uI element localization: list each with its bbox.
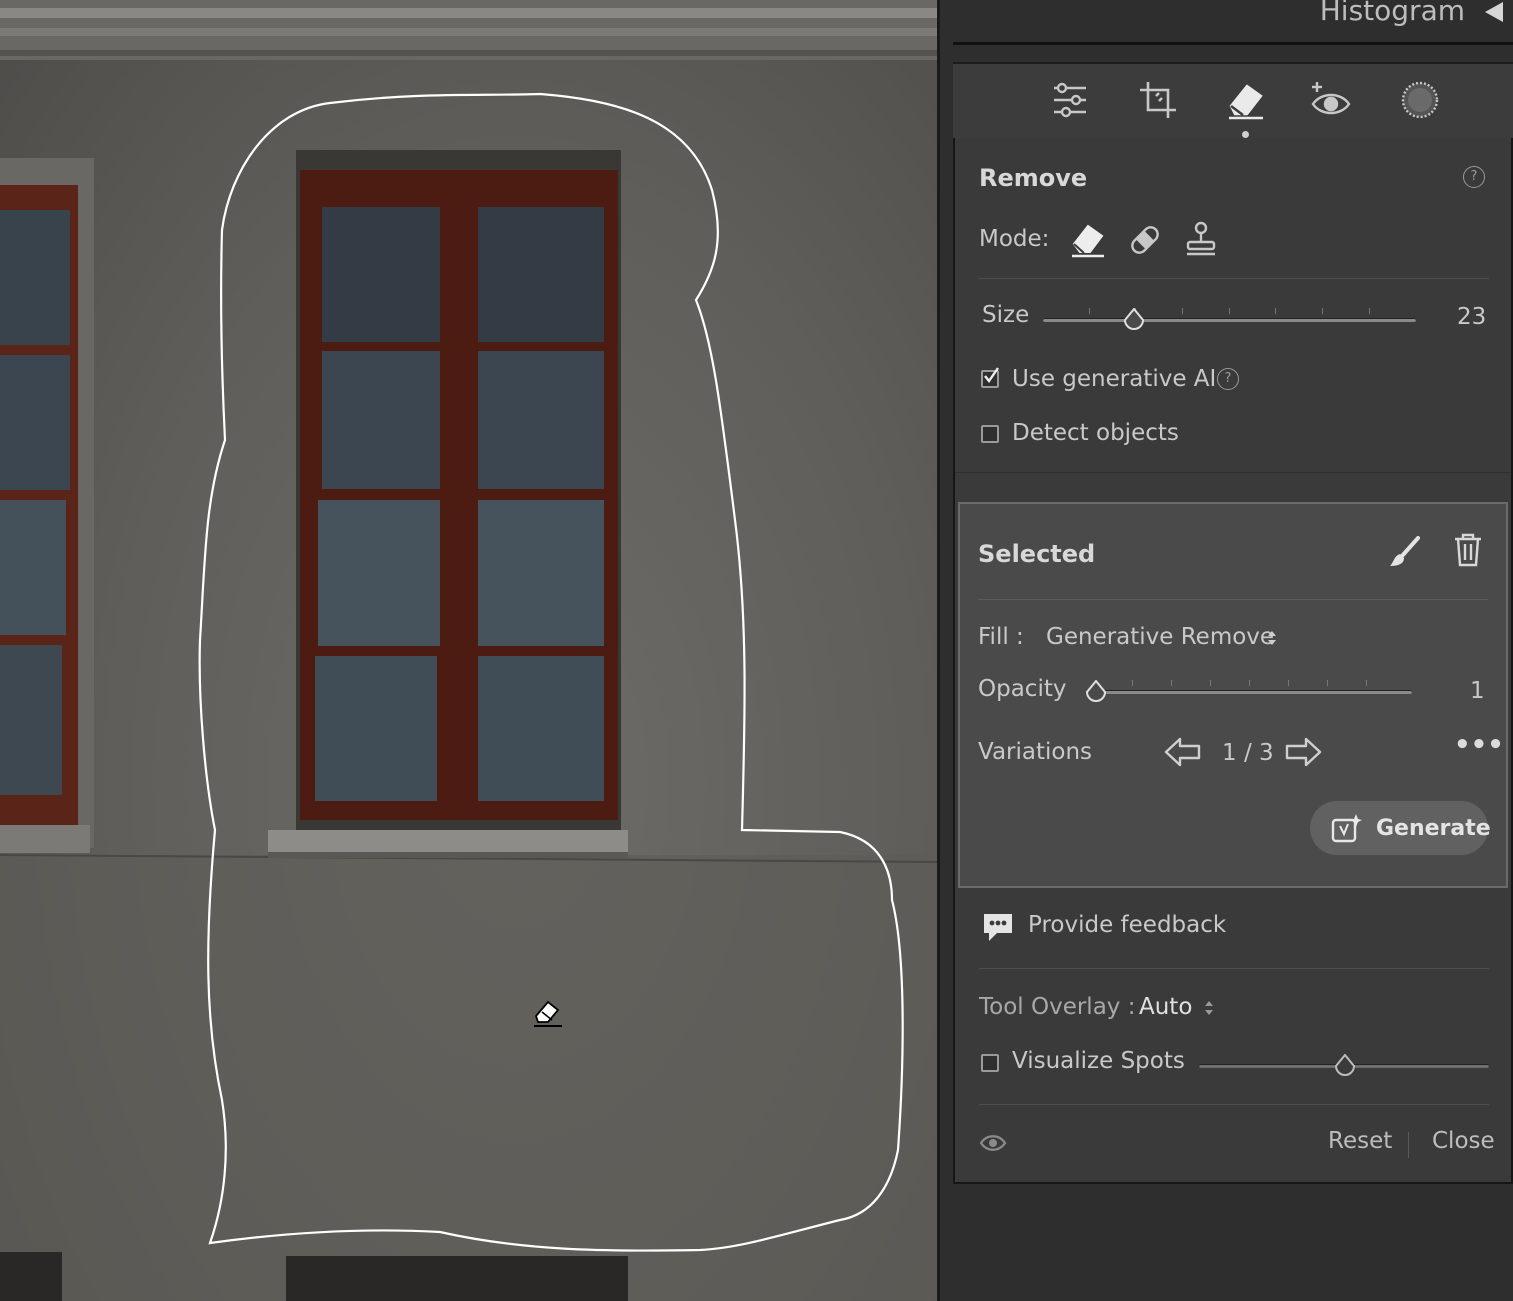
divider	[1408, 1132, 1409, 1158]
heal-bandage-icon[interactable]	[1127, 222, 1163, 258]
divider	[955, 472, 1511, 473]
divider	[979, 968, 1489, 969]
red-eye-icon[interactable]	[1309, 78, 1353, 122]
reset-button[interactable]: Reset	[1328, 1128, 1392, 1154]
detect-objects-label[interactable]: Detect objects	[1012, 420, 1179, 446]
remove-eraser-icon[interactable]	[1223, 78, 1267, 122]
size-slider-track[interactable]	[1043, 318, 1416, 322]
visualize-spots-checkbox[interactable]	[981, 1054, 999, 1072]
edit-sliders-icon[interactable]	[1048, 78, 1092, 122]
tool-overlay-label: Tool Overlay :	[979, 994, 1136, 1020]
checkmark-icon	[984, 367, 999, 384]
visualize-slider-thumb[interactable]	[1334, 1054, 1356, 1076]
generative-ai-label[interactable]: Use generative AI	[1012, 366, 1216, 392]
selected-section: Selected Fill : Generative Remove Opacit…	[958, 502, 1508, 888]
remove-module: Remove ? Mode: Size 23 Use generative AI…	[953, 138, 1513, 1184]
histogram-title[interactable]: Histogram	[1320, 0, 1465, 27]
masking-icon[interactable]	[1398, 78, 1442, 122]
trash-icon[interactable]	[1452, 532, 1484, 568]
fill-dropdown[interactable]: Generative Remove	[1046, 624, 1274, 650]
variations-label: Variations	[978, 739, 1093, 765]
generate-label: Generate	[1376, 815, 1491, 841]
crop-icon[interactable]	[1136, 78, 1180, 122]
close-button[interactable]: Close	[1432, 1128, 1495, 1154]
opacity-label: Opacity	[978, 676, 1067, 702]
provide-feedback-link[interactable]: Provide feedback	[1028, 912, 1226, 938]
next-arrow-icon[interactable]	[1284, 736, 1322, 768]
clone-stamp-icon[interactable]	[1183, 220, 1219, 258]
remove-eraser-icon[interactable]	[1070, 220, 1106, 258]
more-options-icon[interactable]: •••	[1454, 730, 1504, 760]
brush-icon[interactable]	[1388, 534, 1424, 570]
mode-label: Mode:	[979, 226, 1050, 252]
updown-chevron-icon[interactable]	[1266, 628, 1278, 648]
generative-ai-checkbox[interactable]	[981, 367, 999, 388]
visualize-spots-label[interactable]: Visualize Spots	[1012, 1048, 1185, 1074]
photo-canvas[interactable]	[0, 0, 937, 1301]
detect-objects-checkbox[interactable]	[981, 425, 999, 443]
tool-strip	[953, 62, 1513, 140]
divider	[979, 278, 1489, 279]
opacity-slider-thumb[interactable]	[1085, 680, 1107, 702]
active-tool-indicator	[1242, 131, 1249, 138]
help-icon[interactable]: ?	[1217, 368, 1239, 390]
remove-title: Remove	[979, 164, 1088, 192]
generate-sparkle-icon	[1331, 814, 1362, 843]
divider	[979, 1104, 1489, 1105]
size-label: Size	[982, 302, 1030, 328]
opacity-value[interactable]: 1	[1470, 678, 1485, 704]
photo-scene	[0, 0, 937, 1301]
histogram-divider	[953, 42, 1513, 45]
generate-button[interactable]: Generate	[1310, 801, 1491, 855]
develop-right-panel: Histogram Remove ? Mode: Size 23 Use gen…	[937, 0, 1513, 1301]
fill-label: Fill :	[978, 624, 1024, 650]
size-slider-thumb[interactable]	[1123, 308, 1145, 330]
updown-chevron-icon[interactable]	[1203, 998, 1215, 1018]
divider	[978, 599, 1488, 600]
previous-arrow-icon[interactable]	[1164, 736, 1202, 768]
collapse-arrow-icon[interactable]	[1485, 2, 1503, 22]
variations-counter: 1 / 3	[1222, 740, 1274, 766]
eye-visibility-icon[interactable]	[979, 1132, 1007, 1154]
size-value[interactable]: 23	[1457, 304, 1486, 330]
feedback-bubble-icon[interactable]	[981, 911, 1015, 943]
opacity-slider-track[interactable]	[1088, 690, 1412, 694]
tool-overlay-dropdown[interactable]: Auto	[1139, 994, 1192, 1020]
help-icon[interactable]: ?	[1463, 166, 1485, 188]
selected-title: Selected	[978, 540, 1096, 568]
